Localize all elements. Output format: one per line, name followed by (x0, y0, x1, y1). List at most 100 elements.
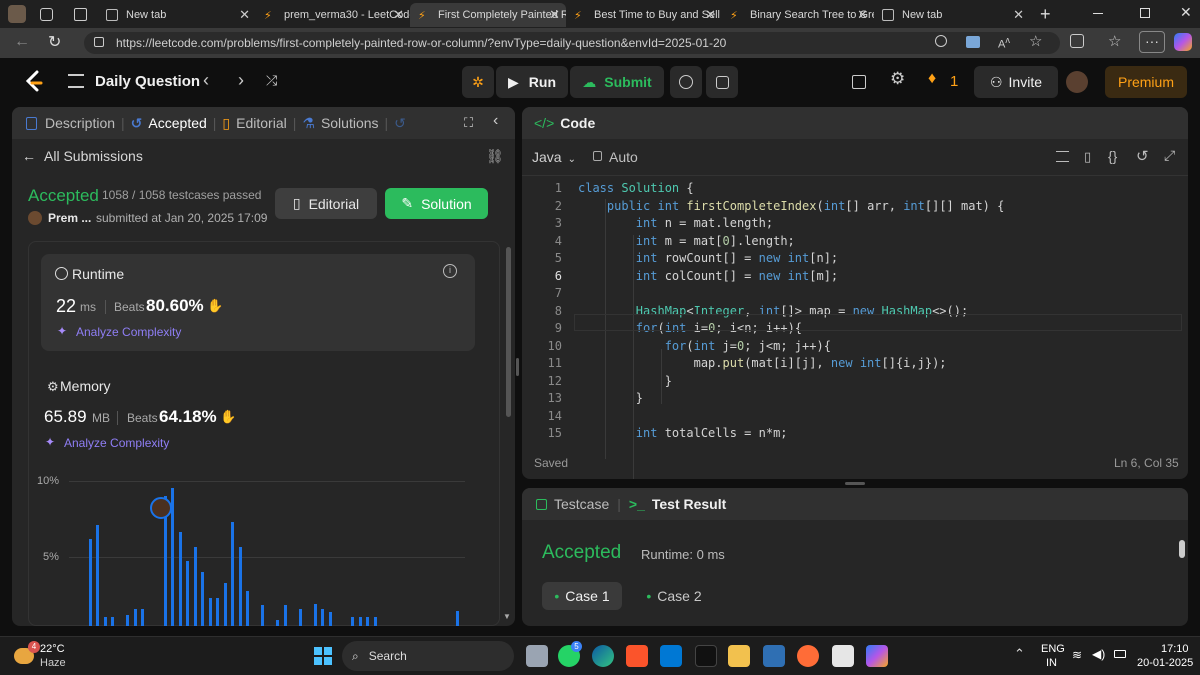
browser-tab[interactable]: New tab ✕ (874, 3, 1030, 27)
distribution-bar[interactable] (186, 561, 189, 626)
edge-browser-icon[interactable] (592, 645, 614, 667)
runtime-analyze-link[interactable]: Analyze Complexity (76, 325, 181, 339)
settings-gear-icon[interactable]: ⚙ (890, 69, 905, 89)
distribution-bar[interactable] (96, 524, 99, 626)
left-scrollbar[interactable] (506, 247, 511, 417)
distribution-bar[interactable] (283, 605, 287, 626)
distribution-bar[interactable] (261, 605, 264, 626)
distribution-bar[interactable] (103, 616, 107, 626)
distribution-bar[interactable] (313, 603, 317, 626)
maximize-button[interactable] (1140, 8, 1150, 18)
browser-tab[interactable]: ⚡ Binary Search Tree to Gre ✕ (722, 3, 874, 27)
close-window-button[interactable]: ✕ (1180, 4, 1192, 21)
tab-solutions[interactable]: ⚗ Solutions (302, 115, 378, 132)
distribution-bar[interactable] (141, 609, 144, 626)
clock-time[interactable]: 17:10 (1161, 643, 1189, 655)
problem-list-icon[interactable] (68, 74, 84, 88)
premium-button[interactable]: Premium (1105, 66, 1187, 98)
more-menu-button[interactable]: ··· (1139, 31, 1165, 53)
memory-analyze-link[interactable]: Analyze Complexity (64, 436, 169, 450)
distribution-bar[interactable] (223, 583, 227, 626)
refresh-icon[interactable]: ↻ (48, 32, 61, 52)
scroll-down-icon[interactable]: ▼ (503, 612, 511, 621)
distribution-bar[interactable] (351, 616, 354, 626)
language-select[interactable]: Java ⌄ (532, 149, 576, 165)
distribution-bar[interactable] (321, 609, 324, 626)
copilot-app-icon[interactable] (866, 645, 888, 667)
distribution-bar[interactable] (111, 616, 114, 626)
address-bar[interactable]: https://leetcode.com/problems/first-comp… (84, 32, 1060, 54)
store-icon[interactable] (832, 645, 854, 667)
editorial-button[interactable]: ▯ Editorial (275, 188, 377, 219)
all-submissions-link[interactable]: ← All Submissions (22, 148, 143, 164)
read-aloud-icon[interactable]: Aʌ (998, 35, 1010, 51)
debug-button[interactable]: ✲ (462, 66, 494, 98)
reset-icon[interactable]: ↺ (1136, 147, 1149, 165)
distribution-bar[interactable] (298, 609, 302, 626)
distribution-bar[interactable] (88, 539, 92, 626)
case-1-button[interactable]: • Case 1 (542, 582, 622, 610)
task-view-icon[interactable] (526, 645, 548, 667)
distribution-chart[interactable]: 10% 5% (29, 467, 499, 626)
close-tab-icon[interactable]: ✕ (705, 7, 716, 23)
favorite-icon[interactable]: ☆ (1029, 32, 1042, 50)
close-tab-icon[interactable]: ✕ (549, 7, 560, 23)
format-icon[interactable] (1056, 151, 1069, 162)
autocomplete-mode[interactable]: Auto (609, 149, 638, 165)
horizontal-resize-handle[interactable] (845, 482, 865, 485)
distribution-bar[interactable] (276, 619, 279, 626)
close-tab-icon[interactable]: ✕ (393, 7, 404, 23)
tab-editorial[interactable]: ▯ Editorial (222, 115, 286, 132)
daily-question-title[interactable]: Daily Question (95, 73, 200, 90)
notes-button[interactable] (706, 66, 738, 98)
photos-app-icon[interactable] (763, 645, 785, 667)
distribution-bar[interactable] (193, 546, 197, 626)
terminal-app-icon[interactable] (695, 645, 717, 667)
file-explorer-icon[interactable] (728, 645, 750, 667)
tab-test-result[interactable]: >_ Test Result (629, 496, 726, 512)
vertical-resize-handle[interactable] (516, 358, 519, 376)
fullscreen-icon[interactable]: ⤢ (1164, 147, 1175, 164)
postman-icon[interactable] (797, 645, 819, 667)
coupon-icon[interactable] (966, 36, 980, 48)
distribution-bar[interactable] (246, 590, 249, 626)
battery-icon[interactable] (1114, 650, 1126, 658)
browser-tab[interactable]: ⚡ Best Time to Buy and Sell ✕ (566, 3, 722, 27)
brave-browser-icon[interactable] (626, 645, 648, 667)
wifi-icon[interactable]: ≋ (1072, 648, 1082, 662)
close-tab-icon[interactable]: ✕ (857, 7, 868, 23)
timer-button[interactable] (670, 66, 702, 98)
volume-icon[interactable]: ◀) (1092, 647, 1105, 661)
run-button[interactable]: ▶ Run (496, 66, 568, 98)
tab-testcase[interactable]: Testcase (536, 496, 609, 512)
distribution-bar[interactable] (358, 616, 362, 626)
distribution-bar[interactable] (201, 571, 204, 626)
zoom-icon[interactable] (935, 35, 947, 47)
maximize-panel-icon[interactable]: ⛶ (464, 115, 473, 131)
share-link-icon[interactable]: ⛓ (486, 148, 504, 165)
info-icon[interactable]: i (443, 264, 457, 278)
shuffle-icon[interactable]: ⤮ (266, 72, 277, 89)
windows-start-icon[interactable] (314, 647, 332, 665)
tab-description[interactable]: Description (26, 115, 115, 131)
prev-problem-icon[interactable]: ‹ (203, 70, 209, 91)
browser-tab[interactable]: New tab ✕ (98, 3, 256, 27)
vscode-icon[interactable] (660, 645, 682, 667)
extensions-icon[interactable] (1070, 34, 1084, 48)
tab-actions-icon[interactable] (74, 8, 87, 21)
distribution-bar[interactable] (366, 616, 369, 626)
taskbar-search[interactable]: ⌕ Search (342, 641, 514, 671)
language-indicator-1[interactable]: ENG (1041, 643, 1065, 655)
distribution-bar[interactable] (238, 546, 242, 626)
favorites-bar-icon[interactable]: ☆ (1108, 32, 1121, 50)
minimize-button[interactable] (1093, 13, 1103, 14)
distribution-bar[interactable] (328, 612, 332, 626)
submit-button[interactable]: ☁ Submit (570, 66, 664, 98)
back-icon[interactable]: ← (14, 33, 30, 51)
distribution-bar[interactable] (231, 521, 234, 626)
distribution-bar[interactable] (456, 610, 459, 626)
distribution-bar[interactable] (208, 597, 212, 626)
browser-tab[interactable]: ⚡ First Completely Painted R ✕ (410, 3, 566, 27)
bookmark-icon[interactable]: ▯ (1084, 149, 1091, 165)
braces-icon[interactable]: {} (1108, 148, 1117, 164)
